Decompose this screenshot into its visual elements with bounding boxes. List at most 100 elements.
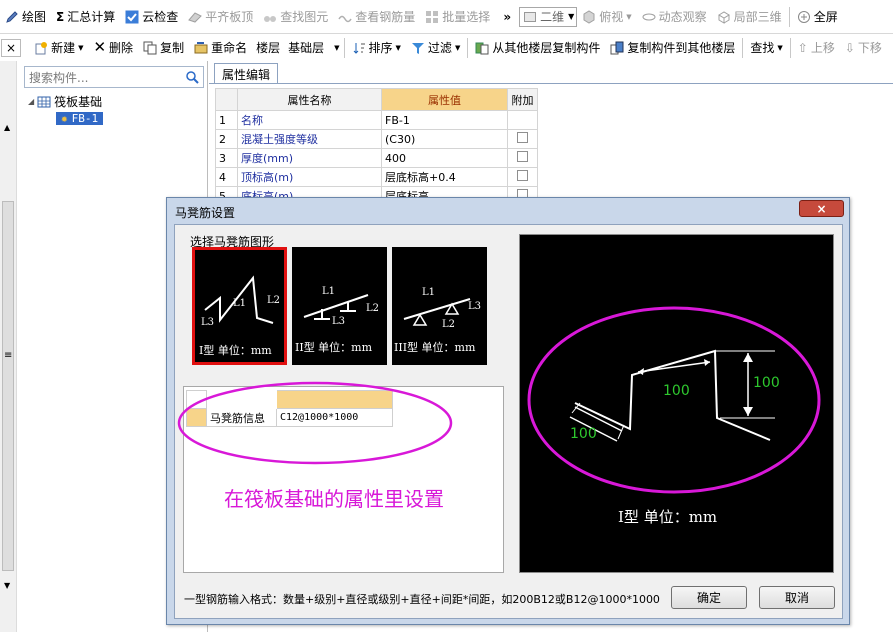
sigma-icon: Σ	[56, 9, 65, 24]
property-extra-cell	[507, 167, 538, 187]
view-rebar-button[interactable]: 查看钢筋量	[333, 5, 420, 29]
property-row[interactable]: 2 混凝土强度等级 (C30)	[215, 129, 538, 149]
rename-button[interactable]: 重命名	[189, 36, 252, 60]
property-row[interactable]: 1 名称 FB-1	[215, 110, 538, 130]
floor-copy-icon	[475, 42, 489, 54]
shape-option-type1[interactable]: L1 L2 L3 I型 单位：mm	[192, 247, 287, 365]
sum-calc-button[interactable]: Σ 汇总计算	[51, 5, 120, 29]
tree-child-label: FB-1	[71, 112, 99, 125]
top-view-button[interactable]: 俯视 ▼	[577, 5, 636, 29]
fullscreen-button[interactable]: 全屏	[792, 5, 843, 29]
search-icon[interactable]	[185, 70, 199, 84]
ok-label: 确定	[696, 591, 721, 605]
cancel-label: 取消	[784, 591, 809, 605]
property-value-cell[interactable]: 400	[381, 148, 508, 168]
property-value-header: 属性值	[381, 88, 508, 111]
extra-checkbox[interactable]	[517, 170, 528, 181]
draw-button[interactable]: 绘图	[0, 5, 51, 29]
component-toolbar: × 新建 ▼ ✕ 删除 复制 重命名 楼层 基础层 ▼ 排序 ▼ 过滤 ▼ 从其…	[0, 33, 893, 61]
local-3d-button[interactable]: 局部三维	[712, 5, 787, 29]
tab-property-edit[interactable]: 属性编辑	[214, 63, 278, 84]
search-input[interactable]: 搜索构件...	[24, 66, 204, 88]
collapse-triangle-icon[interactable]: ◢	[28, 97, 34, 106]
view-mode-select[interactable]: 二维 ▼	[519, 6, 578, 27]
shape1-l3: L3	[201, 317, 214, 328]
chevron-down-icon: ▼	[568, 12, 575, 21]
sort-button[interactable]: 排序 ▼	[347, 36, 406, 60]
type2-shape-icon: L1 L2 L3 II型 单位：mm	[295, 286, 379, 354]
floor-value: 基础层	[288, 41, 325, 55]
shape-option-type2[interactable]: L1 L2 L3 II型 单位：mm	[292, 247, 387, 365]
extra-checkbox[interactable]	[517, 151, 528, 162]
property-value-cell[interactable]: (C30)	[381, 129, 508, 149]
copy-label: 复制	[160, 41, 185, 55]
tree-child-selected[interactable]: ✹ FB-1	[56, 112, 104, 125]
toolbar-divider	[343, 37, 345, 58]
chevron-down-icon: ▼	[78, 43, 84, 52]
delete-button[interactable]: ✕ 删除	[88, 36, 138, 60]
shape2-l3: L3	[332, 316, 345, 327]
toolbar-divider	[788, 6, 790, 27]
view-rebar-label: 查看钢筋量	[355, 10, 416, 24]
shape1-l1: L1	[233, 298, 246, 309]
shape2-caption: II型 单位：mm	[295, 340, 373, 354]
close-icon: ×	[6, 40, 17, 55]
property-row[interactable]: 3 厚度(mm) 400	[215, 148, 538, 168]
grid-icon	[426, 10, 439, 23]
top-view-label: 俯视	[599, 10, 624, 24]
property-header-row: 属性名称 属性值 附加	[215, 88, 538, 111]
copy-to-other-floor-button[interactable]: 复制构件到其他楼层	[605, 36, 740, 60]
box-3d-icon	[717, 10, 730, 24]
fullscreen-label: 全屏	[813, 10, 838, 24]
check-icon	[125, 10, 139, 23]
filter-label: 过滤	[427, 41, 452, 55]
more-button[interactable]: »	[495, 5, 519, 29]
shape1-l2: L2	[267, 295, 280, 306]
preview-caption: I型 单位：mm	[618, 508, 717, 526]
property-value-cell[interactable]: FB-1	[381, 110, 508, 130]
toolbar-divider	[467, 37, 469, 58]
filter-button[interactable]: 过滤 ▼	[406, 36, 465, 60]
row-index-header	[215, 88, 238, 111]
close-panel-button[interactable]: ×	[1, 38, 22, 57]
toolbar-divider	[742, 37, 744, 58]
property-row[interactable]: 4 顶标高(m) 层底标高+0.4	[215, 167, 538, 187]
shape3-caption: III型 单位：mm	[394, 340, 476, 354]
property-extra-cell	[507, 148, 538, 168]
cloud-check-button[interactable]: 云检查	[120, 5, 183, 29]
ok-button[interactable]: 确定	[671, 586, 747, 609]
rebar-icon	[338, 15, 352, 22]
gear-icon: ✹	[61, 112, 68, 125]
scroll-thumb[interactable]: ≡	[2, 201, 14, 571]
left-scrollbar[interactable]: ▲ ≡ ▼	[0, 61, 17, 632]
copy-button[interactable]: 复制	[138, 36, 189, 60]
dialog-body: 选择马凳筋图形 L1 L2 L3 I型 单位：mm L1 L2 L3 II型 单…	[174, 224, 843, 619]
new-button[interactable]: 新建 ▼	[29, 36, 88, 60]
find-element-button[interactable]: 查找图元	[258, 5, 333, 29]
property-name-header: 属性名称	[237, 88, 382, 111]
flat-slab-top-button[interactable]: 平齐板顶	[183, 5, 258, 29]
extra-checkbox[interactable]	[517, 132, 528, 143]
slab-icon	[188, 11, 203, 23]
tree-node-child[interactable]: ✹ FB-1	[56, 110, 104, 127]
move-up-button[interactable]: ⇧ 上移	[793, 36, 840, 60]
arrow-down-icon: ⇩	[844, 40, 855, 55]
view-mode-value: 二维	[540, 10, 565, 24]
floor-select[interactable]: 基础层 ▼	[284, 37, 342, 58]
find-element-label: 查找图元	[280, 10, 329, 24]
copy-from-other-floor-button[interactable]: 从其他楼层复制构件	[470, 36, 605, 60]
chevron-down-icon: ▼	[395, 43, 401, 52]
cancel-button[interactable]: 取消	[759, 586, 835, 609]
dialog-close-button[interactable]: ×	[799, 200, 844, 217]
property-value-cell[interactable]: 层底标高+0.4	[381, 167, 508, 187]
chevron-down-icon: ▼	[777, 43, 783, 52]
copy-icon	[143, 41, 157, 54]
tree-node-root[interactable]: ◢ 筏板基础	[28, 93, 103, 110]
move-down-button[interactable]: ⇩ 下移	[840, 36, 887, 60]
find-button[interactable]: 查找 ▼	[745, 36, 787, 60]
batch-select-button[interactable]: 批量选择	[420, 5, 495, 29]
dynamic-view-button[interactable]: 动态观察	[637, 5, 712, 29]
shape-option-type3[interactable]: L1 L3 L2 III型 单位：mm	[392, 247, 487, 365]
shape2-l2: L2	[366, 303, 379, 314]
cloud-check-label: 云检查	[142, 10, 179, 24]
